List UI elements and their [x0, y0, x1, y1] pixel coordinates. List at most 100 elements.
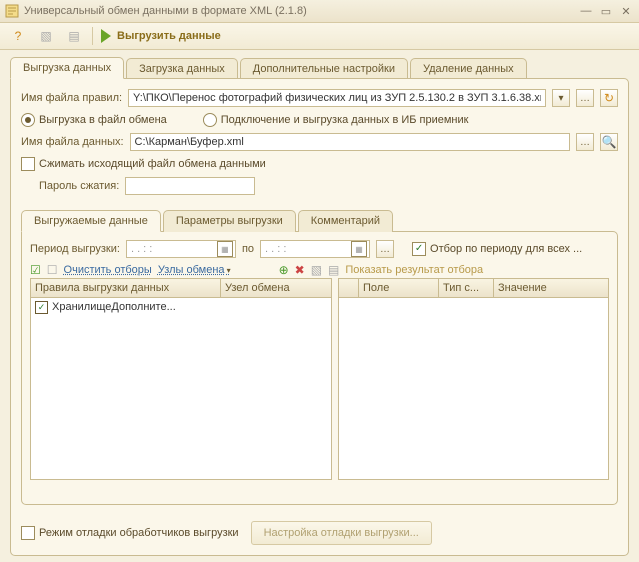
calendar-icon[interactable]: ▦	[351, 241, 367, 257]
row-checkbox[interactable]: ✓	[35, 301, 48, 314]
tab-settings[interactable]: Дополнительные настройки	[240, 58, 408, 79]
toolbar: ? ▧ ▤ Выгрузить данные	[0, 23, 639, 50]
main-tabs: Выгрузка данных Загрузка данных Дополнит…	[0, 50, 639, 78]
rules-reload-button[interactable]: ↻	[600, 89, 618, 107]
tab-label: Параметры выгрузки	[176, 215, 283, 227]
period-label: Период выгрузки:	[30, 243, 120, 255]
rules-file-input[interactable]	[128, 89, 546, 107]
period-to-label: по	[242, 243, 254, 255]
help-icon: ?	[15, 30, 22, 42]
chevron-down-icon: ▾	[227, 266, 231, 275]
col-value[interactable]: Значение	[494, 279, 608, 297]
checkbox-box-icon	[21, 526, 35, 540]
titlebar: Универсальный обмен данными в формате XM…	[0, 0, 639, 23]
compress-checkbox[interactable]: Сжимать исходящий файл обмена данными	[21, 157, 266, 171]
button-label: Настройка отладки выгрузки...	[264, 527, 419, 539]
clear-filters-link[interactable]: Очистить отборы	[64, 264, 152, 276]
show-result-link[interactable]: Показать результат отбора	[345, 264, 483, 276]
tab-export[interactable]: Выгрузка данных	[10, 57, 124, 79]
tab-label: Выгружаемые данные	[34, 215, 148, 227]
rules-grid[interactable]: Правила выгрузки данных Узел обмена ✓ Хр…	[30, 278, 332, 480]
radio-dot-icon	[21, 113, 35, 127]
play-icon	[101, 29, 111, 43]
tab-label: Загрузка данных	[139, 63, 225, 75]
debug-settings-button[interactable]: Настройка отладки выгрузки...	[251, 521, 432, 545]
checkbox-label: Режим отладки обработчиков выгрузки	[39, 527, 239, 539]
rules-browse-button[interactable]: …	[576, 89, 594, 107]
calendar-icon[interactable]: ▦	[217, 241, 233, 257]
nodes-link[interactable]: Узлы обмена▾	[158, 264, 231, 276]
datafile-browse-button[interactable]: …	[576, 133, 594, 151]
radio-export-to-file[interactable]: Выгрузка в файл обмена	[21, 113, 167, 127]
date-placeholder: . . : :	[265, 243, 286, 255]
date-placeholder: . . : :	[131, 243, 152, 255]
col-node[interactable]: Узел обмена	[221, 279, 331, 297]
period-browse-button[interactable]: …	[376, 240, 394, 258]
checkbox-label: Сжимать исходящий файл обмена данными	[39, 158, 266, 170]
subtab-params[interactable]: Параметры выгрузки	[163, 210, 296, 232]
subtab-comment[interactable]: Комментарий	[298, 210, 393, 232]
check-all-icon[interactable]: ☑	[30, 264, 41, 276]
add-icon[interactable]: ⊕	[279, 264, 289, 276]
rules-dropdown-button[interactable]: ▾	[552, 89, 570, 107]
date-from-input[interactable]: . . : : ▦	[126, 240, 236, 258]
tab-label: Выгрузка данных	[23, 62, 111, 74]
toolbar-separator	[92, 27, 93, 45]
maximize-button[interactable]: ▭	[597, 4, 615, 18]
tab-content: Имя файла правил: ▾ … ↻ Выгрузка в файл …	[10, 78, 629, 556]
checkbox-box-icon	[21, 157, 35, 171]
app-icon	[4, 3, 20, 19]
filter-grid[interactable]: Поле Тип с... Значение	[338, 278, 609, 480]
tab-label: Удаление данных	[423, 63, 514, 75]
col-check[interactable]	[339, 279, 359, 297]
launch-button[interactable]: Выгрузить данные	[99, 25, 229, 47]
checkbox-label: Отбор по периоду для всех ...	[430, 243, 582, 255]
uncheck-all-icon[interactable]: ☐	[47, 264, 58, 276]
cell-value	[221, 305, 331, 309]
delete-icon[interactable]: ✖	[295, 264, 305, 276]
radio-dot-icon	[203, 113, 217, 127]
toolbar-btn-3[interactable]: ▤	[62, 24, 86, 48]
sub-content: Период выгрузки: . . : : ▦ по . . : : ▦ …	[21, 231, 618, 505]
copy-icon[interactable]: ▧	[311, 264, 322, 276]
radio-export-to-ib[interactable]: Подключение и выгрузка данных в ИБ прием…	[203, 113, 469, 127]
tab-label: Дополнительные настройки	[253, 63, 395, 75]
debug-checkbox[interactable]: Режим отладки обработчиков выгрузки	[21, 526, 239, 540]
datafile-label: Имя файла данных:	[21, 136, 124, 148]
radio-label: Подключение и выгрузка данных в ИБ прием…	[221, 114, 469, 126]
date-to-input[interactable]: . . : : ▦	[260, 240, 370, 258]
grid-header: Правила выгрузки данных Узел обмена	[31, 279, 331, 298]
close-button[interactable]: ✕	[617, 4, 635, 18]
page2-icon: ▤	[68, 30, 79, 42]
subtab-data[interactable]: Выгружаемые данные	[21, 210, 161, 232]
launch-label: Выгрузить данные	[117, 30, 221, 42]
password-label: Пароль сжатия:	[39, 180, 119, 192]
chevron-down-icon: ▾	[558, 93, 563, 104]
checkbox-box-icon	[412, 242, 426, 256]
tab-delete[interactable]: Удаление данных	[410, 58, 527, 79]
period-filter-checkbox[interactable]: Отбор по периоду для всех ...	[412, 242, 582, 256]
grid-header: Поле Тип с... Значение	[339, 279, 608, 298]
rules-label: Имя файла правил:	[21, 92, 122, 104]
refresh-icon: ↻	[604, 92, 614, 104]
col-field[interactable]: Поле	[359, 279, 439, 297]
table-row[interactable]: ✓ ХранилищеДополните...	[31, 298, 331, 316]
col-rules[interactable]: Правила выгрузки данных	[31, 279, 221, 297]
password-input[interactable]	[125, 177, 255, 195]
radio-label: Выгрузка в файл обмена	[39, 114, 167, 126]
search-icon: 🔍	[602, 136, 617, 148]
link-text: Узлы обмена	[158, 264, 225, 276]
window-title: Универсальный обмен данными в формате XM…	[24, 5, 577, 17]
copy2-icon[interactable]: ▤	[328, 264, 339, 276]
datafile-input[interactable]	[130, 133, 570, 151]
tab-import[interactable]: Загрузка данных	[126, 58, 238, 79]
help-button[interactable]: ?	[6, 24, 30, 48]
datafile-find-button[interactable]: 🔍	[600, 133, 618, 151]
col-type[interactable]: Тип с...	[439, 279, 494, 297]
toolbar-btn-2[interactable]: ▧	[34, 24, 58, 48]
page-icon: ▧	[40, 30, 51, 42]
cell-value: ХранилищеДополните...	[52, 301, 176, 313]
minimize-button[interactable]: —	[577, 4, 595, 18]
tab-label: Комментарий	[311, 215, 380, 227]
sub-tabs: Выгружаемые данные Параметры выгрузки Ко…	[21, 209, 618, 231]
